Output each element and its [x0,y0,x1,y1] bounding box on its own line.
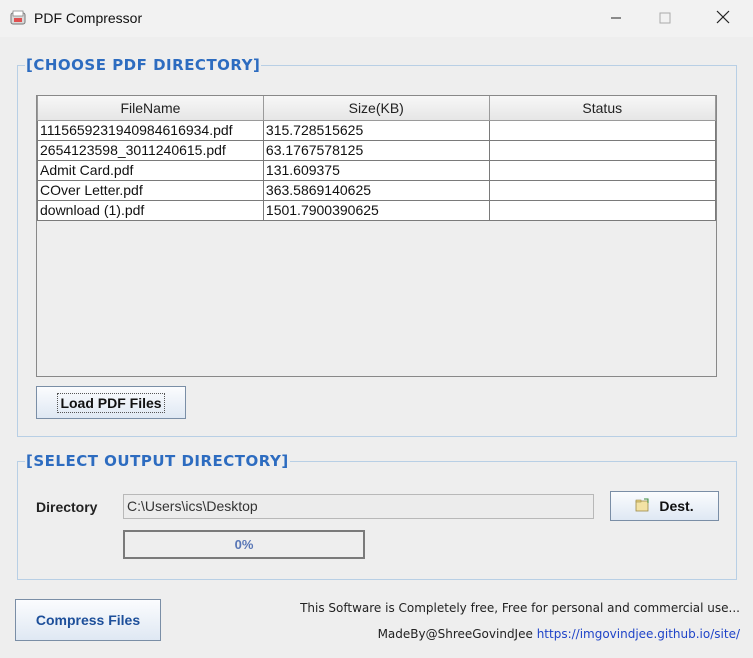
minimize-icon [610,9,622,28]
table-row[interactable]: 1115659231940984616934.pdf 315.728515625 [37,119,717,141]
cell-size[interactable]: 1501.7900390625 [262,199,490,221]
table-header-row: FileName Size(KB) Status [37,96,717,121]
close-button[interactable] [700,0,746,37]
license-note: This Software is Completely free, Free f… [300,601,740,615]
cell-filename[interactable]: 1115659231940984616934.pdf [37,119,264,141]
cell-status[interactable] [488,179,717,201]
output-directory-panel-title: [SELECT OUTPUT DIRECTORY] [25,452,290,470]
cell-filename[interactable]: 2654123598_3011240615.pdf [37,139,264,161]
dest-button[interactable]: Dest. [610,491,719,521]
maximize-button[interactable] [642,0,688,37]
column-header-status[interactable]: Status [488,96,717,121]
compress-files-button[interactable]: Compress Files [15,599,161,641]
credit-author: MadeBy@ShreeGovindJee [377,627,537,641]
cell-size[interactable]: 131.609375 [262,159,490,181]
directory-field[interactable]: C:\Users\ics\Desktop [123,494,594,519]
folder-icon [635,498,649,515]
table-row[interactable]: Admit Card.pdf 131.609375 [37,159,717,181]
minimize-button[interactable] [593,0,639,37]
close-icon [716,9,730,28]
load-pdf-files-button[interactable]: Load PDF Files [36,386,186,419]
cell-size[interactable]: 315.728515625 [262,119,490,141]
cell-status[interactable] [488,159,717,181]
column-header-size[interactable]: Size(KB) [262,96,490,121]
credit-link[interactable]: https://imgovindjee.github.io/site/ [537,627,740,641]
file-table-area[interactable]: FileName Size(KB) Status 111565923194098… [36,95,717,377]
cell-status[interactable] [488,139,717,161]
cell-filename[interactable]: download (1).pdf [37,199,264,221]
table-row[interactable]: download (1).pdf 1501.7900390625 [37,199,717,221]
cell-size[interactable]: 363.5869140625 [262,179,490,201]
choose-pdf-panel-title: [CHOOSE PDF DIRECTORY] [25,56,262,74]
table-row[interactable]: 2654123598_3011240615.pdf 63.1767578125 [37,139,717,161]
window-title: PDF Compressor [34,10,143,26]
dest-button-label: Dest. [659,498,694,514]
table-row[interactable]: COver Letter.pdf 363.5869140625 [37,179,717,201]
credit-line: MadeBy@ShreeGovindJee https://imgovindje… [378,627,740,641]
cell-status[interactable] [488,119,717,141]
cell-status[interactable] [488,199,717,221]
pdf-app-icon [10,10,26,27]
load-pdf-files-label: Load PDF Files [57,392,165,413]
cell-filename[interactable]: COver Letter.pdf [37,179,264,201]
cell-size[interactable]: 63.1767578125 [262,139,490,161]
cell-filename[interactable]: Admit Card.pdf [37,159,264,181]
progress-text: 0% [234,537,254,552]
progress-bar: 0% [123,530,365,559]
column-header-filename[interactable]: FileName [37,96,264,121]
title-bar: PDF Compressor [0,0,753,37]
maximize-icon [659,9,671,28]
directory-label: Directory [36,499,98,515]
file-table: FileName Size(KB) Status 111565923194098… [37,96,717,221]
